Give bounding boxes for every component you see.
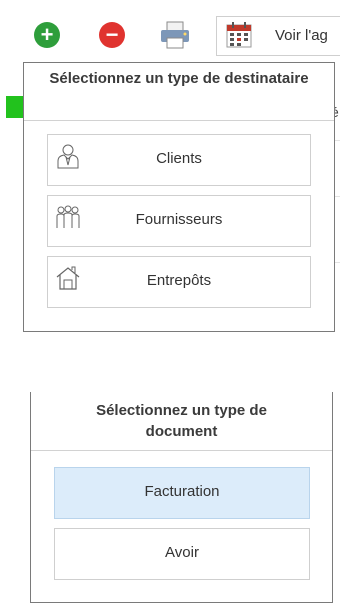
option-suppliers[interactable]: Fournisseurs bbox=[47, 195, 311, 247]
agenda-label: Voir l'ag bbox=[275, 27, 328, 44]
option-label: Clients bbox=[156, 150, 202, 167]
divider bbox=[24, 120, 334, 121]
toolbar: + − Voir l'ag bbox=[0, 0, 340, 70]
option-avoir[interactable]: Avoir bbox=[54, 528, 310, 580]
option-clients[interactable]: Clients bbox=[47, 134, 311, 186]
option-label: Avoir bbox=[165, 544, 199, 561]
status-indicator bbox=[6, 96, 24, 118]
agenda-button[interactable]: Voir l'ag bbox=[216, 16, 340, 56]
divider bbox=[31, 450, 332, 451]
calendar-icon bbox=[226, 22, 252, 48]
option-facturation[interactable]: Facturation bbox=[54, 467, 310, 519]
popup-title: Sélectionnez un type de destinataire bbox=[49, 70, 309, 87]
option-warehouses[interactable]: Entrepôts bbox=[47, 256, 311, 308]
document-type-popup: Sélectionnez un type de document Factura… bbox=[30, 392, 333, 603]
option-label: Fournisseurs bbox=[135, 211, 223, 228]
option-label: Facturation bbox=[144, 483, 220, 500]
recipient-type-popup: Sélectionnez un type de destinataire Cli… bbox=[23, 62, 335, 332]
plus-circle-icon[interactable]: + bbox=[34, 22, 60, 48]
option-label: Entrepôts bbox=[146, 272, 212, 289]
minus-circle-icon[interactable]: − bbox=[99, 22, 125, 48]
popup-title: Sélectionnez un type de document bbox=[96, 402, 267, 440]
printer-icon[interactable] bbox=[158, 18, 192, 52]
